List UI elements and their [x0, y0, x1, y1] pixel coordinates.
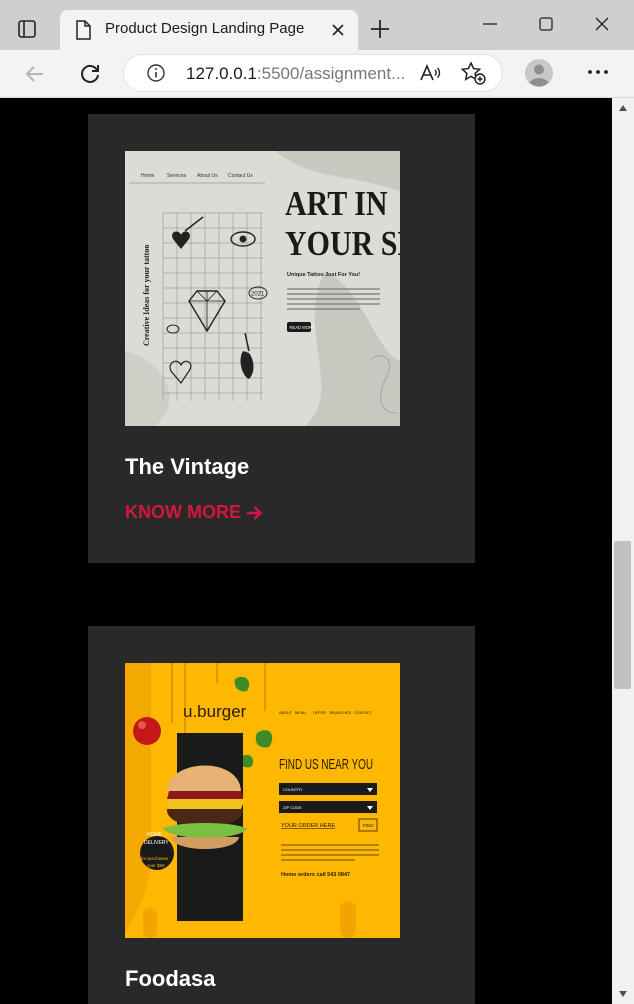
- know-more-link[interactable]: KNOW MORE: [125, 502, 263, 523]
- burger-nav-about: ABOUT: [279, 711, 293, 715]
- burger-nav-contact: CONTACT: [354, 711, 373, 715]
- active-tab[interactable]: Product Design Landing Page: [60, 10, 358, 50]
- scroll-down-icon[interactable]: [618, 990, 628, 998]
- burger-nav-branches: BRANCHES: [330, 711, 352, 715]
- burger-find: FIND: [363, 823, 374, 828]
- burger-badge-3: for purchases: [141, 856, 169, 861]
- minimize-icon[interactable]: [478, 12, 502, 36]
- browser-toolbar: 127.0.0.1:5500/assignment...: [0, 50, 634, 98]
- project-card: u.burger ABOUT MENU OFFER BRANCHES CONTA…: [88, 626, 475, 1004]
- burger-headline: FIND US NEAR YOU: [279, 757, 373, 773]
- burger-country: COUNTRY: [283, 787, 303, 792]
- url-host: 127.0.0.1: [186, 64, 257, 83]
- burger-badge-4: over $50: [147, 863, 165, 868]
- project-card: Home Services About Us Contact Us Creati…: [88, 114, 475, 563]
- page-viewport: Home Services About Us Contact Us Creati…: [0, 98, 612, 1004]
- vintage-year: 2021: [251, 292, 265, 298]
- vintage-read-more: READ MORE: [290, 325, 316, 330]
- vintage-thumbnail: Home Services About Us Contact Us Creati…: [125, 151, 400, 426]
- scroll-up-icon[interactable]: [618, 104, 628, 112]
- page-scrollbar[interactable]: [612, 98, 634, 1004]
- scrollbar-thumb[interactable]: [614, 541, 631, 689]
- vintage-nav-contact: Contact Us: [228, 173, 253, 179]
- tab-strip: Product Design Landing Page: [0, 0, 634, 50]
- back-icon[interactable]: [21, 60, 49, 88]
- burger-zip: ZIP CODE: [283, 805, 302, 810]
- close-tab-icon[interactable]: [330, 22, 346, 38]
- page-icon: [76, 20, 91, 40]
- new-tab-icon[interactable]: [368, 17, 392, 41]
- profile-avatar-icon[interactable]: [524, 58, 554, 88]
- vintage-subhead: Unique Tattoo Just For You!: [287, 272, 360, 278]
- card-title: Foodasa: [125, 966, 216, 991]
- maximize-icon[interactable]: [534, 12, 558, 36]
- info-icon[interactable]: [146, 63, 166, 83]
- url-path: :5500/assignment...: [256, 64, 406, 83]
- vintage-headline-2: YOUR SKIN: [285, 224, 400, 262]
- tab-actions-icon[interactable]: [16, 18, 38, 40]
- vintage-nav-home: Home: [141, 173, 155, 179]
- burger-nav-menu: MENU: [295, 711, 306, 715]
- add-favorite-icon[interactable]: [460, 61, 486, 85]
- vintage-headline-1: ART IN: [285, 184, 388, 222]
- burger-badge-1: HOME: [147, 832, 163, 838]
- address-bar[interactable]: 127.0.0.1:5500/assignment...: [124, 55, 502, 91]
- vintage-nav-services: Services: [167, 173, 187, 179]
- burger-nav-offer: OFFER: [313, 711, 326, 715]
- close-window-icon[interactable]: [590, 12, 614, 36]
- vintage-side-text: Creative Ideas for your tattoo: [142, 245, 151, 346]
- burger-brand: u.burger: [183, 702, 247, 721]
- arrow-right-icon: [247, 505, 263, 520]
- foodasa-thumbnail: u.burger ABOUT MENU OFFER BRANCHES CONTA…: [125, 663, 400, 938]
- read-aloud-icon[interactable]: [418, 61, 442, 85]
- more-options-icon[interactable]: [584, 58, 612, 86]
- burger-badge-2: DELIVERY: [144, 840, 169, 846]
- card-title: The Vintage: [125, 454, 250, 479]
- tab-title: Product Design Landing Page: [105, 20, 305, 37]
- vintage-nav-about: About Us: [197, 173, 218, 179]
- burger-phone: Home orders call 543 0847: [281, 872, 350, 878]
- burger-order: YOUR ORDER HERE: [281, 823, 335, 829]
- reload-icon[interactable]: [76, 60, 104, 88]
- know-more-label: KNOW MORE: [125, 502, 241, 522]
- url-text[interactable]: 127.0.0.1:5500/assignment...: [186, 64, 405, 84]
